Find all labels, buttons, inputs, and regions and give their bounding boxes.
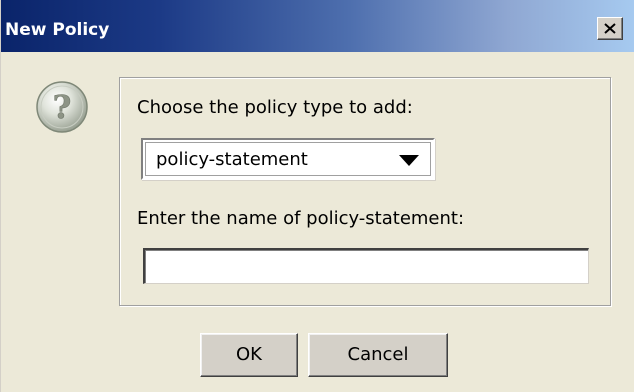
policy-name-label: Enter the name of policy-statement: (137, 208, 465, 229)
new-policy-dialog: New Policy ? Choose the policy type to a… (0, 0, 634, 392)
policy-name-field[interactable] (143, 248, 589, 284)
select-inner-frame: policy-statement (145, 142, 431, 176)
window-title: New Policy (5, 20, 110, 40)
dropdown-arrow-icon[interactable] (399, 155, 419, 166)
ok-button[interactable]: OK (200, 333, 298, 377)
svg-text:?: ? (53, 88, 72, 126)
question-mark-icon: ? (36, 81, 88, 133)
close-button[interactable] (597, 17, 623, 40)
cancel-button[interactable]: Cancel (308, 333, 448, 377)
policy-type-select[interactable]: policy-statement (141, 138, 435, 180)
title-bar[interactable]: New Policy (1, 0, 634, 52)
policy-type-label: Choose the policy type to add: (137, 97, 413, 118)
close-icon (604, 23, 616, 34)
policy-type-selected-value: policy-statement (156, 149, 308, 170)
